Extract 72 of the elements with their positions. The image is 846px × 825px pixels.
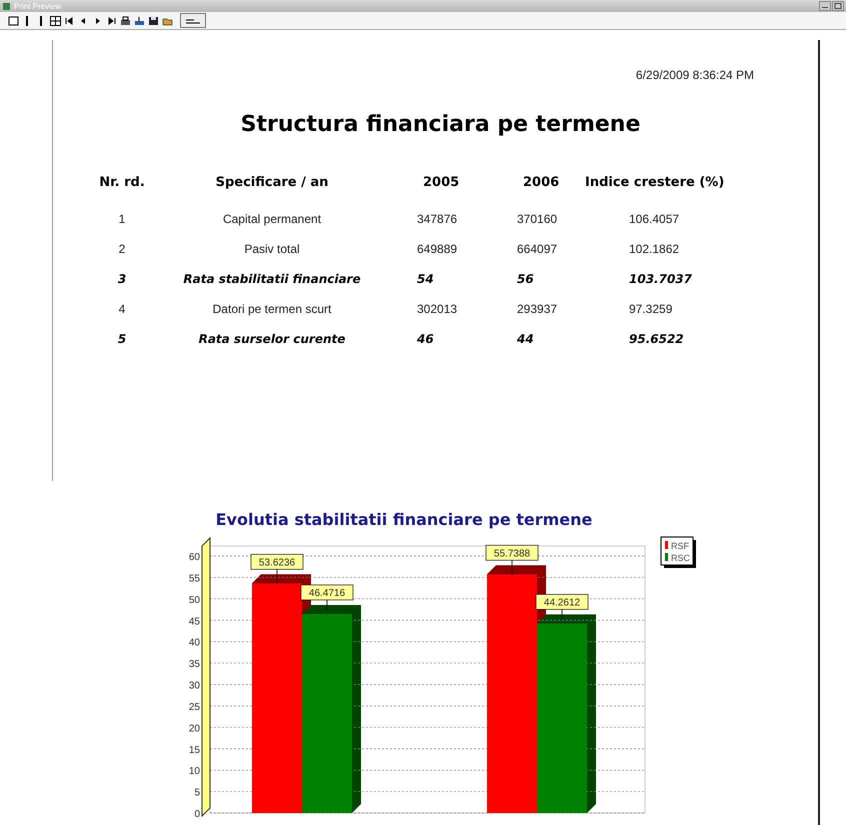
chart-title: Evolutia stabilitatii financiare pe termene xyxy=(216,510,592,529)
data-label: 53.6236 xyxy=(258,557,296,568)
data-label: 44.2612 xyxy=(544,597,581,608)
y-tick-label: 55 xyxy=(188,573,200,584)
table-cell-text: 302013 xyxy=(416,301,458,318)
grid-icon[interactable] xyxy=(50,16,61,26)
table-cell-text: 97.3259 xyxy=(628,301,674,318)
table-cell-text: 4 xyxy=(118,301,126,318)
table-cell-text: Pasiv total xyxy=(243,241,301,258)
table-cell-text: 95.6522 xyxy=(628,331,685,348)
table-cell-text: Rata surselor curente xyxy=(198,331,346,348)
data-label: 46.4716 xyxy=(300,584,354,600)
data-label: 55.7388 xyxy=(494,548,531,560)
zoom-icon xyxy=(185,16,201,25)
data-label: 44.2612 xyxy=(536,594,588,610)
table-cell-text: Capital permanent xyxy=(222,211,322,228)
table-cell-text: 1 xyxy=(118,211,126,228)
y-tick-label: 35 xyxy=(188,659,200,670)
column-header: Nr. rd. xyxy=(98,175,146,192)
window-title: Print Preview xyxy=(14,2,62,11)
y-tick-label: 60 xyxy=(188,552,200,563)
data-label: 55.7388 xyxy=(486,544,538,561)
export-icon[interactable] xyxy=(134,16,145,26)
table-cell-text: 102.1862 xyxy=(628,241,680,258)
y-tick-label: 0 xyxy=(194,809,200,820)
legend-label: RSC xyxy=(671,553,690,563)
report-title: Structura financiara pe termene xyxy=(240,112,642,137)
table-cell-text: 370160 xyxy=(516,211,558,228)
table-cell-text: 5 xyxy=(116,331,128,348)
table-cell-text: 664097 xyxy=(516,241,558,258)
leader-line xyxy=(326,600,328,610)
table-cell-text: 103.7037 xyxy=(628,271,694,288)
y-tick-label: 10 xyxy=(188,766,200,778)
table-cell-text: 649889 xyxy=(416,241,458,258)
first-page-icon[interactable] xyxy=(64,16,75,26)
last-page-icon[interactable] xyxy=(106,16,117,26)
table-cell-text: Datori pe termen scurt xyxy=(212,301,332,318)
legend-label: RSF xyxy=(671,541,689,551)
table-cell-text: 293937 xyxy=(516,301,558,318)
column-header: Specificare / an xyxy=(214,175,330,192)
report-timestamp: 6/29/2009 8:36:24 PM xyxy=(634,68,755,82)
y-tick-label: 5 xyxy=(194,788,200,799)
table-cell-text: 3 xyxy=(116,271,128,288)
y-tick-label: 25 xyxy=(188,702,200,713)
table-cell-text: 106.4057 xyxy=(628,211,680,228)
y-tick-label: 40 xyxy=(188,638,200,649)
y-tick-label: 30 xyxy=(188,680,200,692)
table-cell-text: 56 xyxy=(516,271,535,288)
y-tick-label: 50 xyxy=(188,594,200,606)
table-cell-text: 46 xyxy=(416,331,435,348)
y-tick-label: 20 xyxy=(188,723,200,734)
table-cell-text: 54 xyxy=(416,271,435,288)
table-cell-text: 2 xyxy=(118,241,126,258)
open-icon[interactable] xyxy=(162,16,173,26)
page-icon[interactable] xyxy=(8,16,19,26)
column-header: Indice crestere (%) xyxy=(584,175,726,192)
print-icon[interactable] xyxy=(120,16,131,26)
y-tick-label: 15 xyxy=(188,744,200,756)
column-header: 2006 xyxy=(522,175,560,192)
y-tick-label: 45 xyxy=(188,616,200,628)
table-cell-text: 44 xyxy=(516,331,535,348)
minimize-icon[interactable] xyxy=(819,1,831,12)
save-icon[interactable] xyxy=(148,16,159,26)
table-cell-text: Rata stabilitatii financiare xyxy=(182,271,362,288)
leader-line xyxy=(276,568,278,584)
column-header: 2005 xyxy=(422,175,460,192)
zoom-button[interactable] xyxy=(180,13,206,28)
table-cell-text: 347876 xyxy=(416,211,458,228)
app-icon xyxy=(2,2,11,11)
data-label: 53.6236 xyxy=(250,554,304,570)
data-label: 46.4716 xyxy=(308,588,346,599)
maximize-icon[interactable] xyxy=(832,1,844,12)
